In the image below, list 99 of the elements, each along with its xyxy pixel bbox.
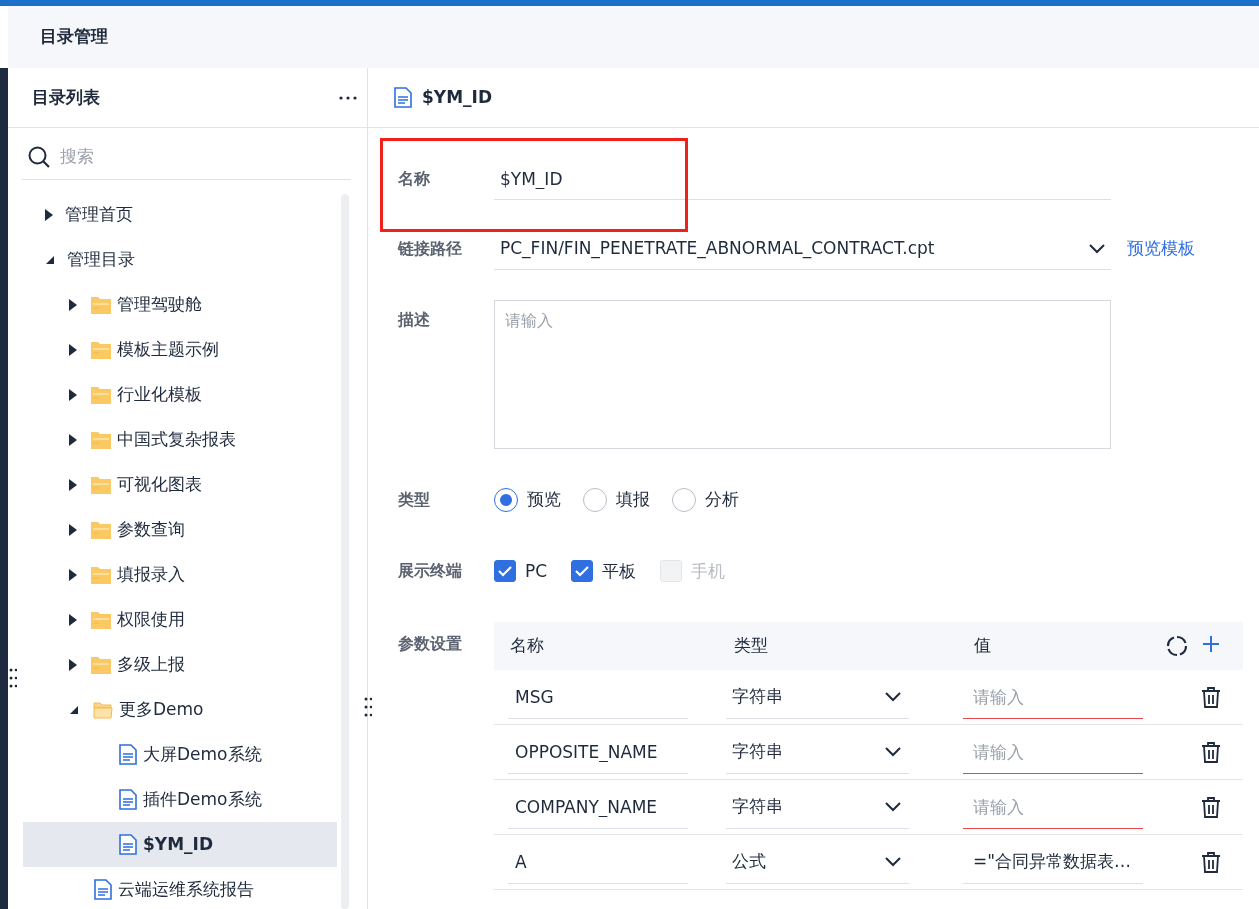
- path-select[interactable]: PC_FIN/FIN_PENETRATE_ABNORMAL_CONTRACT.cpt: [494, 228, 1111, 270]
- tree-item[interactable]: 云端运维系统报告: [23, 867, 337, 909]
- option-label: 手机: [691, 559, 726, 583]
- expand-caret-icon[interactable]: [69, 523, 77, 536]
- check-icon: [498, 565, 512, 577]
- document-icon: [119, 744, 137, 765]
- tree-item[interactable]: 中国式复杂报表: [23, 417, 337, 462]
- type-select[interactable]: 公式: [726, 840, 909, 884]
- tree-item[interactable]: 更多Demo: [23, 687, 337, 732]
- document-title: $YM_ID: [422, 85, 492, 109]
- option-label: 预览: [527, 488, 561, 511]
- option-label: 填报: [616, 488, 650, 511]
- drag-handle-icon[interactable]: [9, 667, 17, 689]
- option-label: 分析: [705, 488, 739, 511]
- folder-icon: [91, 610, 111, 629]
- expand-caret-icon[interactable]: [69, 388, 77, 401]
- folder-icon: [91, 295, 111, 314]
- expand-caret-icon[interactable]: [69, 433, 77, 446]
- type-select[interactable]: 字符串: [726, 785, 909, 829]
- document-icon: [394, 87, 412, 108]
- radio-button[interactable]: [494, 487, 518, 512]
- column-header: 值: [974, 634, 992, 658]
- document-icon: [119, 834, 137, 855]
- tree-item[interactable]: 填报录入: [23, 552, 337, 597]
- more-icon[interactable]: [339, 95, 357, 100]
- chevron-down-icon: [885, 801, 901, 812]
- type-select[interactable]: 字符串: [726, 675, 909, 719]
- value-field[interactable]: 请输入: [963, 730, 1143, 774]
- delete-icon[interactable]: [1201, 741, 1221, 763]
- name-field[interactable]: COMPANY_NAME: [508, 785, 688, 829]
- name-field[interactable]: A: [508, 840, 688, 884]
- name-field[interactable]: MSG: [508, 675, 688, 719]
- tree-item[interactable]: 多级上报: [23, 642, 337, 687]
- tree-item[interactable]: 大屏Demo系统: [23, 732, 337, 777]
- expand-caret-icon[interactable]: [69, 343, 77, 356]
- chevron-down-icon: [1089, 243, 1105, 254]
- option-label: PC: [525, 559, 548, 583]
- column-header: 名称: [510, 634, 545, 658]
- column-header: 类型: [734, 634, 769, 658]
- chevron-down-icon: [885, 746, 901, 757]
- field-label: 描述: [398, 309, 431, 331]
- field-label: 名称: [398, 168, 431, 190]
- field-label: 展示终端: [398, 560, 463, 583]
- folder-icon: [91, 655, 111, 674]
- expand-caret-icon[interactable]: [69, 478, 77, 491]
- value-field[interactable]: 请输入: [963, 675, 1143, 719]
- name-field[interactable]: $YM_ID: [494, 158, 1111, 200]
- collapse-caret-icon[interactable]: [69, 704, 79, 715]
- folder-icon: [91, 475, 111, 494]
- value-field[interactable]: ="合同异常数据表…: [963, 840, 1143, 884]
- chevron-down-icon: [885, 856, 901, 867]
- name-field[interactable]: OPPOSITE_NAME: [508, 730, 688, 774]
- expand-caret-icon[interactable]: [45, 208, 53, 221]
- folder-icon: [91, 430, 111, 449]
- folder-icon: [91, 565, 111, 584]
- search-icon: [28, 145, 50, 168]
- collapse-caret-icon[interactable]: [45, 254, 55, 265]
- delete-icon[interactable]: [1201, 796, 1221, 818]
- folder-icon: [91, 385, 111, 404]
- expand-caret-icon[interactable]: [69, 298, 77, 311]
- expand-caret-icon[interactable]: [69, 568, 77, 581]
- description-field[interactable]: 请输入: [494, 300, 1111, 449]
- expand-caret-icon[interactable]: [69, 613, 77, 626]
- tree-item[interactable]: 权限使用: [23, 597, 337, 642]
- checkbox[interactable]: [494, 560, 516, 583]
- tree-item[interactable]: 管理目录: [23, 237, 337, 282]
- tree-item[interactable]: 管理首页: [23, 192, 337, 237]
- drag-handle-icon[interactable]: [364, 696, 372, 718]
- open-folder-icon: [93, 700, 113, 719]
- tree-item[interactable]: 可视化图表: [23, 462, 337, 507]
- radio-button[interactable]: [583, 487, 607, 512]
- tree-item[interactable]: 管理驾驶舱: [23, 282, 337, 327]
- expand-caret-icon[interactable]: [69, 658, 77, 671]
- field-label: 参数设置: [398, 633, 463, 655]
- value-field[interactable]: 请输入: [963, 785, 1143, 829]
- document-icon: [119, 789, 137, 810]
- field-label: 类型: [398, 488, 431, 511]
- preview-template-link[interactable]: 预览模板: [1127, 236, 1195, 262]
- option-label: 平板: [602, 559, 637, 583]
- field-label: 链接路径: [398, 238, 463, 260]
- panel-title: 目录列表: [32, 85, 100, 109]
- checkbox[interactable]: [571, 560, 594, 583]
- delete-icon[interactable]: [1201, 686, 1221, 708]
- folder-icon: [91, 520, 111, 539]
- add-icon[interactable]: [1202, 635, 1220, 653]
- page-title: 目录管理: [40, 25, 108, 49]
- document-icon: [94, 879, 112, 900]
- refresh-icon[interactable]: [1166, 635, 1188, 657]
- tree-item[interactable]: 参数查询: [23, 507, 337, 552]
- tree-item[interactable]: 行业化模板: [23, 372, 337, 417]
- tree-item[interactable]: $YM_ID: [23, 822, 337, 867]
- tree-item[interactable]: 插件Demo系统: [23, 777, 337, 822]
- tree-item[interactable]: 模板主题示例: [23, 327, 337, 372]
- chevron-down-icon: [885, 691, 901, 702]
- check-icon: [575, 565, 590, 577]
- radio-button[interactable]: [672, 487, 696, 512]
- delete-icon[interactable]: [1201, 851, 1221, 873]
- folder-icon: [91, 340, 111, 359]
- type-select[interactable]: 字符串: [726, 730, 909, 774]
